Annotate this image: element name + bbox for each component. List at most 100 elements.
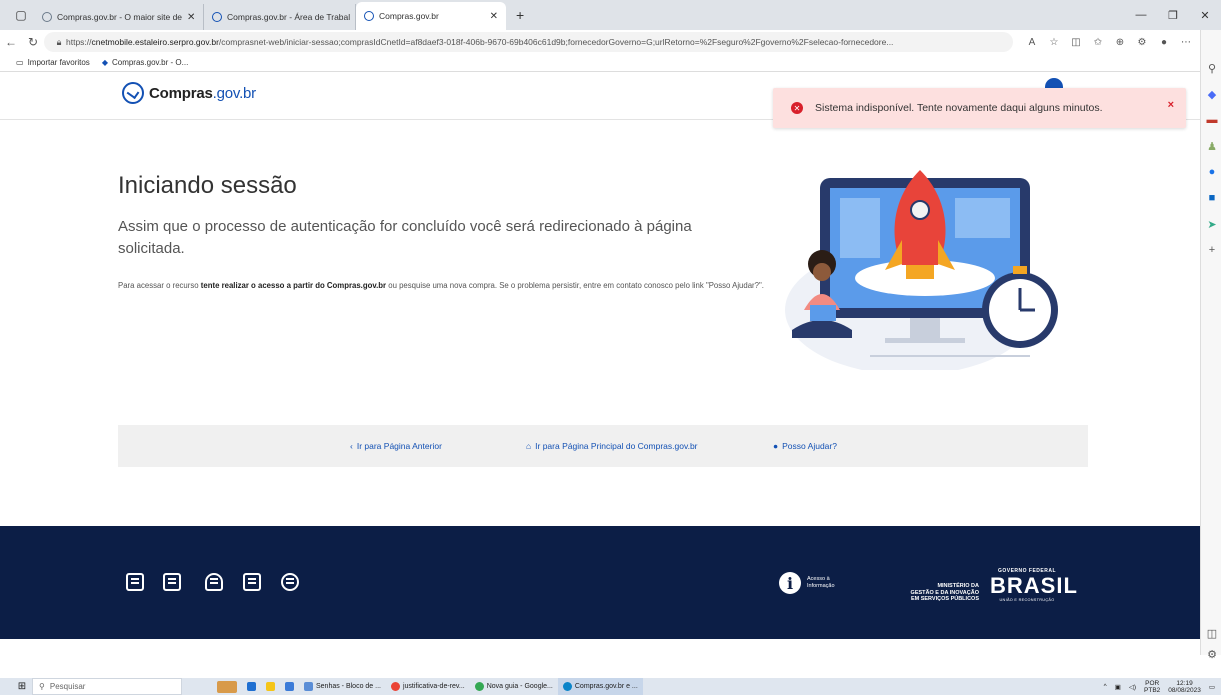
outlook-icon[interactable]: ■ [1205, 192, 1219, 204]
people-icon[interactable]: ♟ [1205, 140, 1219, 153]
import-favorites-link[interactable]: ▭ Importar favoritos [16, 58, 90, 67]
monitor-stand [910, 318, 940, 340]
screen-panel [840, 198, 880, 258]
send-icon[interactable]: ➤ [1205, 218, 1219, 231]
site-favicon-icon [364, 11, 374, 21]
acesso-informacao-link[interactable]: i Acesso à Informação [779, 572, 835, 594]
minimize-icon[interactable]: — [1125, 9, 1157, 21]
windows-start-icon[interactable]: ⊞ [12, 681, 32, 692]
scales-icon[interactable] [205, 573, 223, 591]
taskbar-app-chrome-1[interactable]: justificativa-de-rev... [386, 678, 470, 695]
sidebar-layout-icon[interactable]: ◫ [1205, 627, 1219, 640]
more-options-icon[interactable]: ⋯ [1175, 37, 1197, 48]
new-tab-button[interactable]: + [506, 7, 534, 23]
home-page-label: Ir para Página Principal do Compras.gov.… [535, 441, 698, 451]
system-tray: ^ ▣ ◁) POR PTB2 12:19 08/08/2023 ▭ [1104, 678, 1221, 695]
lock-icon[interactable]: 🔒︎ [52, 37, 66, 48]
help-link[interactable]: ● Posso Ajudar? [773, 441, 837, 451]
taskbar-app-edge[interactable]: Compras.gov.br e ... [557, 678, 643, 695]
close-tab-icon[interactable]: ✕ [490, 11, 498, 22]
taskbar-app-chrome-2[interactable]: Nova guia - Google... [470, 678, 558, 695]
tab-title: Compras.gov.br [379, 11, 439, 21]
home-page-link[interactable]: ⌂ Ir para Página Principal do Compras.gov… [526, 441, 698, 451]
tab-title: Compras.gov.br - O maior site de [57, 12, 183, 22]
toast-message: Sistema indisponível. Tente novamente da… [815, 102, 1103, 114]
tab-1[interactable]: Compras.gov.br - O maior site de ✕ [34, 4, 204, 30]
help-note: Para acessar o recurso tente realizar o … [118, 281, 764, 290]
collections-icon[interactable]: ⊕ [1109, 37, 1131, 48]
network-icon[interactable]: ▣ [1115, 683, 1121, 691]
tab-3-active[interactable]: Compras.gov.br ✕ [356, 2, 506, 30]
favorite-star-icon[interactable]: ☆ [1043, 37, 1065, 48]
profile-avatar-icon[interactable]: ● [1153, 37, 1175, 48]
chrome-icon [390, 682, 400, 691]
briefcase-icon[interactable]: ▬ [1205, 114, 1219, 126]
search-icon[interactable]: ⚲ [1205, 62, 1219, 75]
chevron-left-icon: ‹ [350, 441, 353, 451]
sticky-notes-app-icon[interactable] [261, 678, 280, 695]
window-controls: — ❐ ✕ [1125, 0, 1221, 30]
brasil-wordmark: BRASIL [990, 573, 1078, 598]
favorite-compras-link[interactable]: ◆ Compras.gov.br - O... [102, 58, 188, 67]
rocket-window [910, 200, 930, 220]
search-placeholder: Pesquisar [49, 682, 86, 691]
settings-gear-icon[interactable]: ⚙ [1205, 648, 1219, 661]
taskbar-search[interactable]: ⚲ Pesquisar [32, 678, 182, 695]
tab-2[interactable]: Compras.gov.br - Área de Trabal ✕ [204, 4, 356, 30]
info-icon: i [779, 572, 801, 594]
favorites-bar: ▭ Importar favoritos ◆ Compras.gov.br - O.… [0, 54, 1221, 72]
notepad-icon [304, 682, 313, 691]
calendar-app-icon[interactable] [242, 678, 261, 695]
lead-text: Assim que o processo de autenticação for… [118, 218, 692, 257]
error-icon: ✕ [791, 102, 803, 114]
newspaper-icon[interactable] [126, 573, 144, 591]
tag-icon[interactable]: ◆ [1205, 88, 1219, 101]
site-favicon-icon [42, 12, 52, 22]
tray-chevron-icon[interactable]: ^ [1104, 683, 1107, 690]
notifications-icon[interactable]: ▭ [1209, 683, 1215, 691]
close-tab-icon[interactable]: ✕ [187, 12, 195, 23]
governo-brasil-logo: GOVERNO FEDERAL BRASIL UNIÃO E RECONSTRU… [990, 568, 1078, 602]
split-screen-icon[interactable]: ◫ [1065, 37, 1087, 48]
read-aloud-icon[interactable]: A [1021, 37, 1043, 48]
add-sidebar-icon[interactable]: + [1205, 244, 1219, 256]
site-favicon-icon: ◆ [101, 58, 108, 67]
close-window-icon[interactable]: ✕ [1189, 9, 1221, 22]
compras-logo[interactable]: Compras.gov.br [122, 82, 256, 104]
rocket-flame [906, 265, 934, 279]
clock[interactable]: 12:19 08/08/2023 [1168, 680, 1201, 694]
favorites-icon[interactable]: ✩ [1087, 37, 1109, 48]
previous-page-label: Ir para Página Anterior [356, 441, 442, 451]
taskbar-app-notepad[interactable]: Senhas - Bloco de ... [299, 678, 386, 695]
floor-line [870, 355, 1030, 357]
url-host: cnetmobile.estaleiro.serpro.gov.br [91, 37, 219, 47]
extensions-icon[interactable]: ⚙ [1131, 37, 1153, 48]
url-path: /comprasnet-web/iniciar-sessao;comprasId… [218, 37, 894, 47]
help-bubble-icon[interactable] [1045, 78, 1063, 88]
home-icon: ⌂ [526, 441, 532, 451]
computer-icon[interactable] [243, 573, 261, 591]
chat-bubble-icon: ● [773, 441, 779, 451]
circle-app-icon[interactable]: ● [1205, 166, 1219, 178]
toast-close-button[interactable]: × [1168, 99, 1174, 111]
previous-page-link[interactable]: ‹ Ir para Página Anterior [350, 441, 442, 451]
language-indicator[interactable]: POR PTB2 [1144, 680, 1160, 694]
screen-panel [955, 198, 1010, 238]
rocket-illustration [785, 170, 1058, 370]
cat-widget-icon[interactable] [212, 678, 242, 695]
tab-title: Compras.gov.br - Área de Trabal [227, 12, 351, 22]
navigation-band: ‹ Ir para Página Anterior ⌂ Ir para Página… [118, 425, 1088, 467]
volume-icon[interactable]: ◁) [1129, 683, 1136, 691]
back-icon[interactable]: ← [0, 35, 22, 49]
favorite-label: Importar favoritos [27, 58, 90, 67]
logo-text: Compras.gov.br [149, 84, 256, 102]
reload-icon[interactable]: ↻ [22, 35, 44, 49]
restore-icon[interactable]: ❐ [1157, 9, 1189, 22]
chrome-icon [474, 682, 484, 691]
tab-actions-icon[interactable]: ▢ [8, 2, 34, 28]
address-input[interactable]: 🔒︎ https://cnetmobile.estaleiro.serpro.g… [44, 32, 1013, 52]
explorer-app-icon[interactable] [280, 678, 299, 695]
laptop [810, 305, 836, 321]
video-icon[interactable] [163, 573, 181, 591]
headset-icon[interactable] [281, 573, 299, 591]
